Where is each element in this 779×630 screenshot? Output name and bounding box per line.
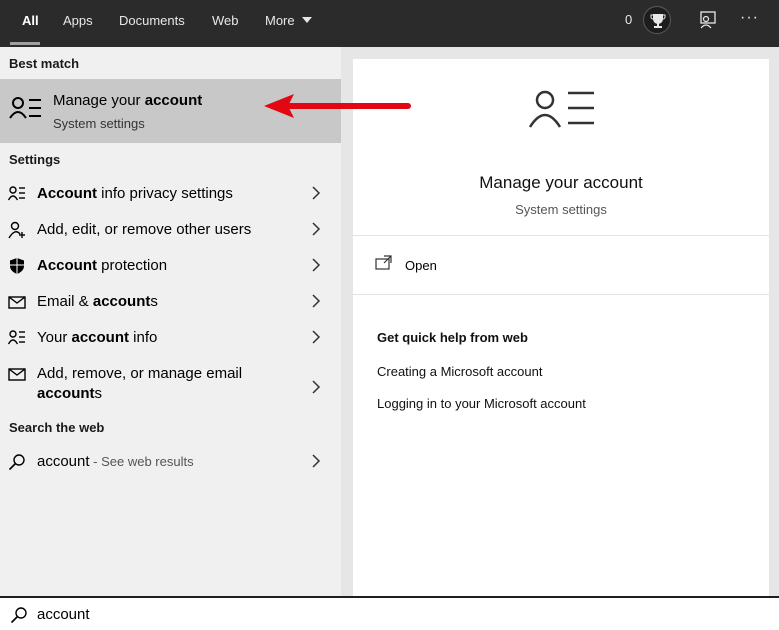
chevron-right-icon <box>312 330 321 344</box>
setting-label: Add, remove, or manage email accounts <box>37 365 243 402</box>
results-pane: Best match Manage your account System se… <box>0 47 341 596</box>
search-icon <box>10 607 27 624</box>
preview-card: Manage your account System settings Open… <box>353 59 769 596</box>
trophy-icon[interactable] <box>643 6 671 34</box>
chevron-down-icon <box>302 17 312 23</box>
preview-pane: Manage your account System settings Open… <box>341 47 779 596</box>
tab-all[interactable]: All <box>22 0 39 47</box>
account-person-list-icon <box>528 89 594 134</box>
setting-manage-email-accounts[interactable]: Add, remove, or manage email accounts <box>0 360 341 404</box>
chevron-right-icon <box>312 222 321 236</box>
web-result-label: account - See web results <box>37 453 194 470</box>
open-external-icon <box>375 255 392 270</box>
setting-label: Your account info <box>37 329 158 346</box>
person-list-icon <box>8 330 25 345</box>
person-list-icon <box>8 186 25 201</box>
red-arrow-annotation <box>264 94 411 118</box>
search-web-header: Search the web <box>9 420 105 435</box>
tab-more[interactable]: More <box>265 0 295 47</box>
search-icon <box>8 454 25 471</box>
divider <box>353 294 769 295</box>
setting-your-account-info[interactable]: Your account info <box>0 320 341 356</box>
settings-header: Settings <box>9 152 61 167</box>
web-result-item[interactable]: account - See web results <box>0 444 341 480</box>
help-link-logging-in[interactable]: Logging in to your Microsoft account <box>377 396 586 411</box>
tab-web[interactable]: Web <box>212 0 239 47</box>
mail-icon <box>8 368 26 381</box>
tab-apps[interactable]: Apps <box>63 0 93 47</box>
open-action[interactable]: Open <box>375 255 437 277</box>
setting-account-protection[interactable]: Account protection <box>0 248 341 284</box>
feedback-icon[interactable] <box>698 10 718 30</box>
mail-icon <box>8 296 26 309</box>
chevron-right-icon <box>312 454 321 468</box>
setting-account-info-privacy[interactable]: Account info privacy settings <box>0 176 341 212</box>
chevron-right-icon <box>312 258 321 272</box>
preview-title: Manage your account <box>479 173 643 192</box>
best-match-title: Manage your account <box>53 92 203 109</box>
setting-label: Account info privacy settings <box>37 185 233 202</box>
shield-icon <box>10 258 24 274</box>
divider <box>353 235 769 236</box>
help-link-creating-account[interactable]: Creating a Microsoft account <box>377 364 542 379</box>
open-label: Open <box>405 258 437 273</box>
search-bar[interactable]: account <box>0 596 779 630</box>
preview-subtitle: System settings <box>515 202 607 217</box>
setting-label: Account protection <box>37 257 168 274</box>
setting-label: Add, edit, or remove other users <box>37 221 252 238</box>
chevron-right-icon <box>312 186 321 200</box>
active-tab-indicator <box>10 42 40 45</box>
setting-label: Email & accounts <box>37 293 158 310</box>
setting-email-accounts[interactable]: Email & accounts <box>0 284 341 320</box>
best-match-header: Best match <box>9 56 80 71</box>
chevron-right-icon <box>312 380 321 394</box>
search-input[interactable]: account <box>37 606 90 623</box>
chevron-right-icon <box>312 294 321 308</box>
more-options-icon[interactable]: ··· <box>740 9 759 27</box>
top-bar: All Apps Documents Web More 0 ··· <box>0 0 779 47</box>
rewards-points: 0 <box>625 12 633 27</box>
add-person-icon <box>8 221 25 239</box>
quick-help-title: Get quick help from web <box>377 330 528 345</box>
tab-documents[interactable]: Documents <box>119 0 185 47</box>
setting-add-edit-remove-users[interactable]: Add, edit, or remove other users <box>0 212 341 248</box>
account-person-list-icon <box>9 96 43 125</box>
best-match-subtitle: System settings <box>53 116 145 131</box>
